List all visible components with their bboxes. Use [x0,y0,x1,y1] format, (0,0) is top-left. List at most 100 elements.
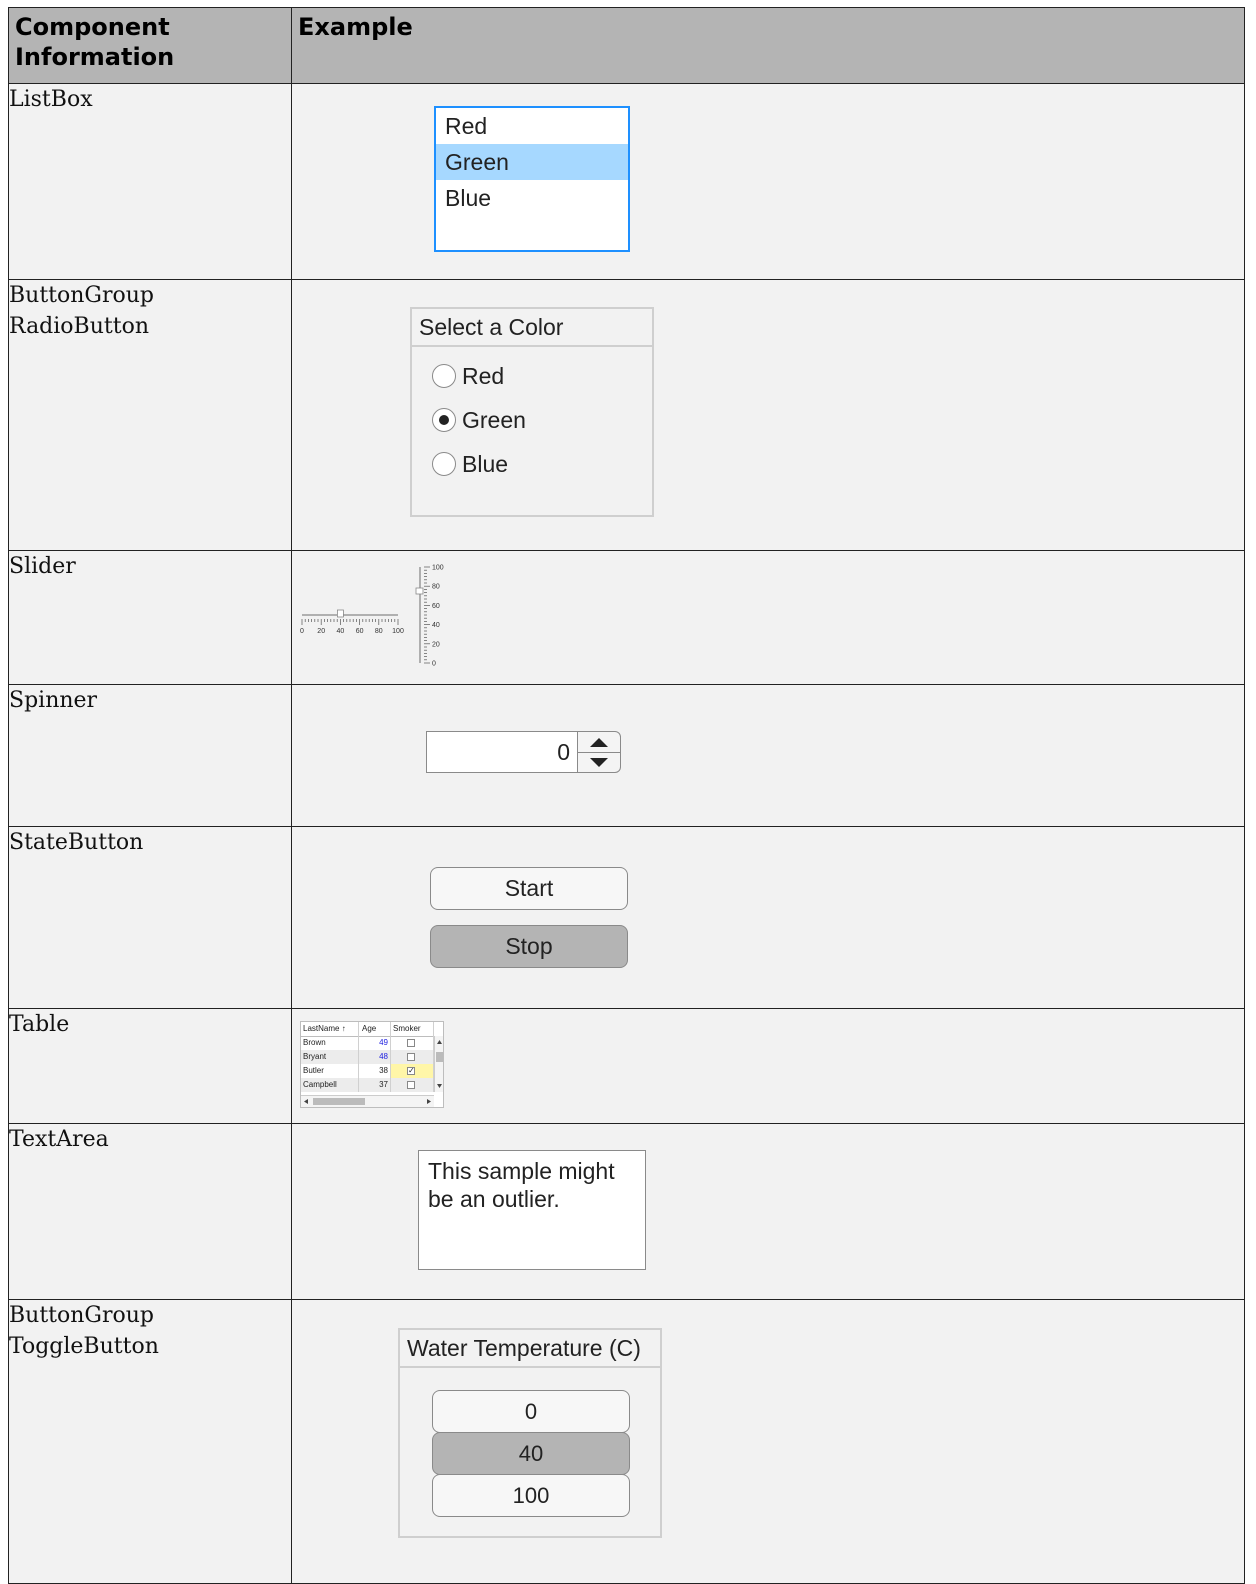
toggle-button-group: Water Temperature (C) 0 40 100 [398,1328,662,1538]
column-header-smoker[interactable]: Smoker [391,1022,434,1036]
toggle-button-0[interactable]: 0 [432,1390,630,1433]
component-name-text: ToggleButton [9,1334,159,1359]
cell-smoker [391,1050,434,1064]
cell-smoker [391,1036,434,1050]
example-cell: 0 [291,684,1245,827]
slider-thumb[interactable] [415,587,424,595]
checkbox-unchecked-icon[interactable] [407,1039,415,1047]
component-name-text: TextArea [9,1127,109,1152]
header-label-line2: Information [15,43,175,71]
table-row[interactable]: Bryant 48 [301,1050,434,1064]
radio-option-red[interactable]: Red [432,361,504,391]
component-name: Table [8,1008,292,1124]
slider-tick-label: 20 [432,641,440,648]
data-table[interactable]: LastName ↑ Age Smoker Brown 49 Bryant 48 [300,1021,444,1108]
slider-tick-label: 100 [392,628,404,635]
toggle-button-40[interactable]: 40 [432,1432,630,1475]
row-listbox: ListBox Red Green Blue [8,83,1245,280]
triangle-down-icon [590,757,608,767]
sort-ascending-icon: ↑ [341,1024,346,1033]
cell-age[interactable]: 49 [359,1036,391,1050]
horizontal-slider[interactable]: 0 20 40 60 80 100 [300,609,404,635]
header-example: Example [291,7,1245,84]
scroll-arrows-icon [304,1098,431,1105]
slider-tick-label: 20 [317,628,325,635]
row-togglebutton: ButtonGroup ToggleButton Water Temperatu… [8,1299,1245,1584]
horizontal-scrollbar[interactable] [301,1095,434,1107]
slider-tick-label: 100 [432,565,444,572]
cell-age[interactable]: 37 [359,1078,391,1092]
listbox-item-blue[interactable]: Blue [436,180,628,216]
row-radiobutton: ButtonGroup RadioButton Select a Color R… [8,279,1245,551]
component-name: Slider [8,550,292,685]
state-button-start[interactable]: Start [430,867,628,910]
spinner-decrement-button[interactable] [578,752,620,772]
spinner-buttons [577,731,621,773]
header-label-line1: Component [15,13,170,41]
spinner-increment-button[interactable] [578,732,620,753]
slider-tick-label: 80 [432,584,440,591]
spinner: 0 [426,731,621,773]
component-name: Spinner [8,684,292,827]
radio-label: Green [462,406,526,433]
cell-age[interactable]: 48 [359,1050,391,1064]
cell-lastname[interactable]: Brown [301,1036,359,1050]
radio-option-green[interactable]: Green [432,405,526,435]
example-cell: 0 20 40 60 80 100 100 80 60 40 20 0 [291,550,1245,685]
table-row[interactable]: Campbell 37 [301,1078,434,1092]
cell-smoker [391,1078,434,1092]
listbox[interactable]: Red Green Blue [434,106,630,252]
component-name: ButtonGroup ToggleButton [8,1299,292,1584]
header-component-information: Component Information [8,7,292,84]
table-row[interactable]: Brown 49 [301,1036,434,1050]
checkbox-unchecked-icon[interactable] [407,1081,415,1089]
radio-label: Blue [462,450,509,477]
example-cell: This sample might be an outlier. [291,1123,1245,1300]
slider-tick-label: 80 [375,628,383,635]
cell-smoker: ✓ [391,1064,434,1078]
example-cell: Red Green Blue [291,83,1245,280]
column-header-label: LastName [303,1024,340,1033]
listbox-item-green[interactable]: Green [436,144,628,180]
component-name-text: ListBox [9,87,93,112]
row-spinner: Spinner 0 [8,684,1245,827]
text-area[interactable]: This sample might be an outlier. [418,1150,646,1270]
row-textarea: TextArea This sample might be an outlier… [8,1123,1245,1300]
radio-circle-icon[interactable] [432,452,456,476]
slider-tick-label: 40 [337,628,345,635]
radio-option-blue[interactable]: Blue [432,449,508,479]
button-group-title: Select a Color [412,309,652,347]
radio-circle-icon[interactable] [432,364,456,388]
spinner-value-field[interactable]: 0 [426,731,578,773]
cell-lastname[interactable]: Campbell [301,1078,359,1092]
header-row: Component Information Example [8,7,1245,84]
checkbox-checked-icon[interactable]: ✓ [407,1067,415,1075]
component-name-text: ButtonGroup [9,283,155,308]
radio-button-group: Select a Color Red Green Blue [410,307,654,517]
component-name-text: Spinner [9,688,98,713]
row-table: Table LastName ↑ Age Smoker Brown 49 Bry… [8,1008,1245,1124]
component-name: StateButton [8,826,292,1009]
slider-tick-label: 0 [300,628,304,635]
column-header-lastname[interactable]: LastName ↑ [301,1022,359,1036]
column-header-age[interactable]: Age [359,1022,391,1036]
vertical-scrollbar[interactable] [434,1036,443,1092]
component-name: ListBox [8,83,292,280]
cell-lastname[interactable]: Butler [301,1064,359,1078]
radio-selected-icon[interactable] [432,408,456,432]
vertical-slider[interactable]: 100 80 60 40 20 0 [415,565,444,668]
row-statebutton: StateButton Start Stop [8,826,1245,1009]
slider-tick-label: 0 [432,661,436,668]
component-name-text: ButtonGroup [9,1303,155,1328]
state-button-stop[interactable]: Stop [430,925,628,968]
cell-lastname[interactable]: Bryant [301,1050,359,1064]
listbox-item-red[interactable]: Red [436,108,628,144]
scroll-arrows-icon [436,1040,443,1088]
toggle-button-100[interactable]: 100 [432,1474,630,1517]
table-header-row: LastName ↑ Age Smoker [301,1022,434,1037]
slider-thumb[interactable] [337,609,344,618]
component-name-text: Table [9,1012,70,1037]
table-row[interactable]: Butler 38 ✓ [301,1064,434,1078]
checkbox-unchecked-icon[interactable] [407,1053,415,1061]
cell-age[interactable]: 38 [359,1064,391,1078]
